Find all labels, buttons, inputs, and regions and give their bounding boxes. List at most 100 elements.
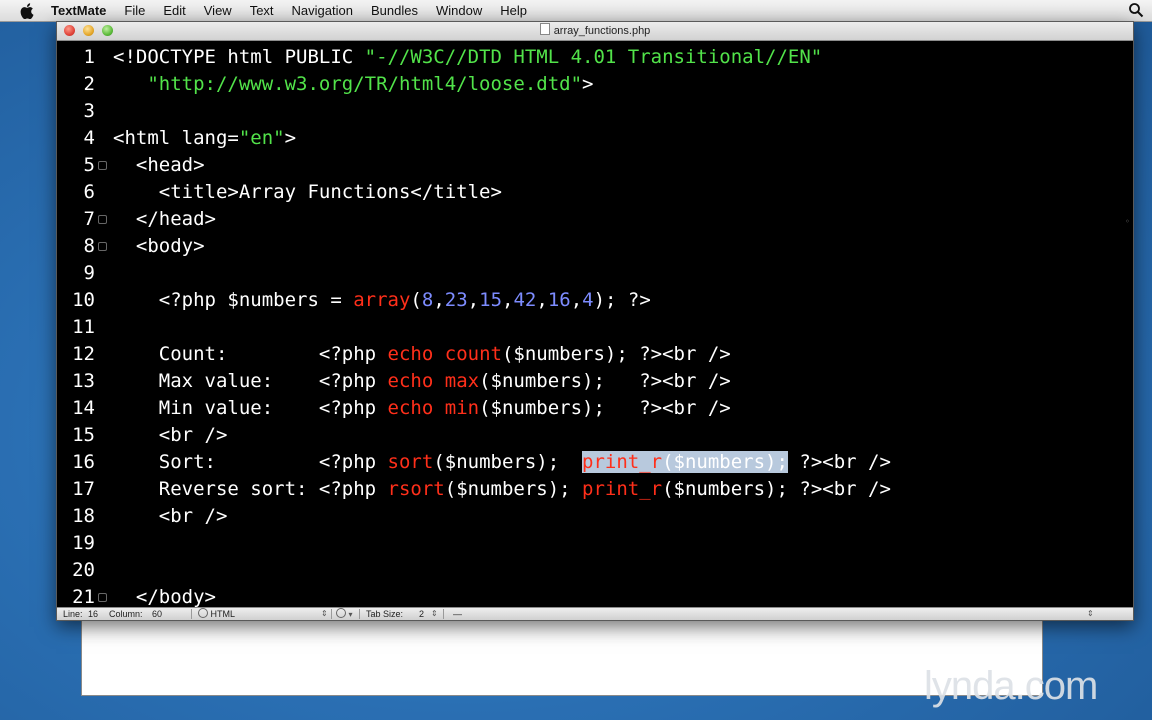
code-line[interactable]: 4 <html lang="en">: [57, 125, 1133, 152]
menu-bundles[interactable]: Bundles: [362, 0, 427, 21]
code-editor[interactable]: ◦ 1 <!DOCTYPE html PUBLIC "-//W3C//DTD HT…: [57, 41, 1133, 608]
code-line[interactable]: 3: [57, 98, 1133, 125]
code-text[interactable]: Reverse sort: <?php rsort($numbers); pri…: [113, 476, 891, 503]
line-number[interactable]: 18: [57, 503, 95, 530]
window-title: array_functions.php: [553, 25, 651, 37]
code-text[interactable]: Sort: <?php sort($numbers); print_r($num…: [113, 449, 891, 476]
code-line[interactable]: 13 Max value: <?php echo max($numbers); …: [57, 368, 1133, 395]
fold-toggle-icon[interactable]: [98, 215, 107, 224]
code-text[interactable]: Min value: <?php echo min($numbers); ?><…: [113, 395, 731, 422]
code-text[interactable]: <br />: [113, 503, 228, 530]
line-number[interactable]: 20: [57, 557, 95, 584]
line-number[interactable]: 3: [57, 98, 95, 125]
line-value: 16: [88, 609, 99, 619]
language-popup-arrows-icon[interactable]: ⇕: [321, 608, 328, 620]
menu-text[interactable]: Text: [241, 0, 283, 21]
line-number[interactable]: 19: [57, 530, 95, 557]
code-line[interactable]: 11: [57, 314, 1133, 341]
close-button[interactable]: [64, 25, 75, 36]
code-text[interactable]: <!DOCTYPE html PUBLIC "-//W3C//DTD HTML …: [113, 44, 822, 71]
code-line[interactable]: 19: [57, 530, 1133, 557]
scroll-arrows-icon[interactable]: ⇕: [1087, 608, 1094, 620]
code-line[interactable]: 16 Sort: <?php sort($numbers); print_r($…: [57, 449, 1133, 476]
status-divider: [359, 609, 360, 619]
line-number[interactable]: 11: [57, 314, 95, 341]
code-line[interactable]: 1 <!DOCTYPE html PUBLIC "-//W3C//DTD HTML…: [57, 44, 1133, 71]
code-line[interactable]: 9: [57, 260, 1133, 287]
code-line[interactable]: 5 <head>: [57, 152, 1133, 179]
code-line[interactable]: 14 Min value: <?php echo min($numbers); …: [57, 395, 1133, 422]
menu-window[interactable]: Window: [427, 0, 491, 21]
code-line[interactable]: 7 </head>: [57, 206, 1133, 233]
status-divider: [443, 609, 444, 619]
code-text[interactable]: <?php $numbers = array(8,23,15,42,16,4);…: [113, 287, 651, 314]
menu-app-textmate[interactable]: TextMate: [49, 0, 115, 21]
line-number[interactable]: 15: [57, 422, 95, 449]
line-number[interactable]: 1: [57, 44, 95, 71]
line-number[interactable]: 16: [57, 449, 95, 476]
code-text[interactable]: </head>: [113, 206, 216, 233]
document-icon: [539, 23, 550, 35]
zoom-button[interactable]: [102, 25, 113, 36]
code-line[interactable]: 8 <body>: [57, 233, 1133, 260]
code-line[interactable]: 15 <br />: [57, 422, 1133, 449]
background-window[interactable]: [81, 620, 1043, 696]
code-line[interactable]: 12 Count: <?php echo count($numbers); ?>…: [57, 341, 1133, 368]
status-divider: [191, 609, 192, 619]
code-line[interactable]: 21 </body>: [57, 584, 1133, 608]
code-line[interactable]: 18 <br />: [57, 503, 1133, 530]
apple-menu-icon[interactable]: [19, 2, 35, 19]
status-divider: [331, 609, 332, 619]
code-line[interactable]: 20: [57, 557, 1133, 584]
line-number[interactable]: 9: [57, 260, 95, 287]
menu-file[interactable]: File: [115, 0, 154, 21]
code-line[interactable]: 17 Reverse sort: <?php rsort($numbers); …: [57, 476, 1133, 503]
lynda-watermark: lynda.com: [924, 664, 1098, 708]
fold-toggle-icon[interactable]: [98, 242, 107, 251]
line-number[interactable]: 14: [57, 395, 95, 422]
tab-size-arrows-icon[interactable]: ⇕: [431, 608, 438, 620]
line-number[interactable]: 2: [57, 71, 95, 98]
menu-edit[interactable]: Edit: [154, 0, 194, 21]
code-line[interactable]: 2 "http://www.w3.org/TR/html4/loose.dtd"…: [57, 71, 1133, 98]
menu-navigation[interactable]: Navigation: [283, 0, 362, 21]
code-line[interactable]: 10 <?php $numbers = array(8,23,15,42,16,…: [57, 287, 1133, 314]
status-bar: Line: 16 Column: 60 HTML ⇕ ▾ Tab Size: 2…: [57, 607, 1133, 620]
chevron-down-icon: ▾: [348, 610, 353, 619]
language-label: HTML: [210, 609, 236, 619]
line-number[interactable]: 13: [57, 368, 95, 395]
line-number[interactable]: 17: [57, 476, 95, 503]
code-text[interactable]: <br />: [113, 422, 228, 449]
code-text[interactable]: <body>: [113, 233, 205, 260]
line-number[interactable]: 4: [57, 125, 95, 152]
code-text[interactable]: <html lang="en">: [113, 125, 296, 152]
symbol-icon: [336, 608, 346, 618]
line-number[interactable]: 21: [57, 584, 95, 608]
fold-toggle-icon[interactable]: [98, 593, 107, 602]
menu-help[interactable]: Help: [491, 0, 536, 21]
tab-size-label[interactable]: Tab Size:: [366, 608, 403, 620]
tab-size-value[interactable]: 2: [419, 608, 424, 620]
code-text[interactable]: "http://www.w3.org/TR/html4/loose.dtd">: [113, 71, 593, 98]
line-number[interactable]: 6: [57, 179, 95, 206]
line-number[interactable]: 10: [57, 287, 95, 314]
symbol-menu[interactable]: ▾: [336, 608, 353, 621]
code-text[interactable]: Count: <?php echo count($numbers); ?><br…: [113, 341, 731, 368]
line-number[interactable]: 5: [57, 152, 95, 179]
title-bar[interactable]: array_functions.php: [57, 22, 1133, 41]
spotlight-search-icon[interactable]: [1128, 2, 1144, 18]
code-text[interactable]: </body>: [113, 584, 216, 608]
line-number[interactable]: 8: [57, 233, 95, 260]
gear-icon: [198, 608, 208, 618]
language-menu[interactable]: HTML: [198, 608, 235, 620]
code-text[interactable]: <head>: [113, 152, 205, 179]
minimize-button[interactable]: [83, 25, 94, 36]
code-text[interactable]: Max value: <?php echo max($numbers); ?><…: [113, 368, 731, 395]
code-text[interactable]: <title>Array Functions</title>: [113, 179, 502, 206]
code-line[interactable]: 6 <title>Array Functions</title>: [57, 179, 1133, 206]
line-number[interactable]: 7: [57, 206, 95, 233]
menu-view[interactable]: View: [195, 0, 241, 21]
line-label: Line:: [63, 609, 83, 619]
fold-toggle-icon[interactable]: [98, 161, 107, 170]
line-number[interactable]: 12: [57, 341, 95, 368]
